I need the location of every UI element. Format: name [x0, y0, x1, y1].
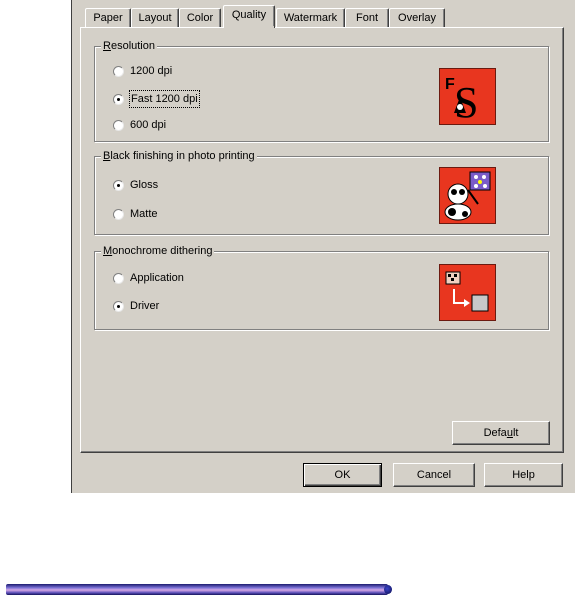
radio-label: Application [130, 272, 184, 284]
radio-gloss[interactable]: Gloss [113, 177, 158, 193]
radio-matte[interactable]: Matte [113, 206, 158, 222]
cancel-button[interactable]: Cancel [393, 463, 475, 487]
radio-label: Driver [130, 300, 160, 312]
radio-label: Fast 1200 dpi [129, 90, 200, 108]
dithering-icon [439, 264, 496, 321]
ok-button[interactable]: OK [303, 463, 382, 487]
help-button[interactable]: Help [484, 463, 563, 487]
black-finishing-group-title: Black finishing in photo printing [101, 150, 257, 162]
radio-button[interactable] [113, 65, 124, 77]
monochrome-dithering-group-title: Monochrome dithering [101, 245, 215, 257]
decorative-divider-bar [6, 584, 392, 595]
radio-button[interactable] [113, 300, 124, 312]
radio-label: Matte [130, 208, 158, 220]
photo-gloss-icon [439, 167, 496, 224]
active-tab-joint [224, 26, 274, 29]
radio-button[interactable] [113, 179, 124, 191]
radio-application[interactable]: Application [113, 270, 184, 286]
tab-overlay[interactable]: Overlay [389, 8, 445, 27]
tab-quality[interactable]: Quality [223, 5, 275, 28]
radio-button[interactable] [113, 272, 124, 284]
default-button[interactable]: Default [452, 421, 550, 445]
radio-button[interactable] [113, 93, 124, 105]
tab-font[interactable]: Font [345, 8, 389, 27]
radio-1200-dpi[interactable]: 1200 dpi [113, 63, 172, 79]
radio-600-dpi[interactable]: 600 dpi [113, 117, 166, 133]
tab-watermark[interactable]: Watermark [276, 8, 345, 27]
radio-label: 600 dpi [130, 119, 167, 131]
resolution-icon-letter-s: S [454, 78, 478, 124]
radio-button[interactable] [113, 208, 124, 220]
fast-resolution-icon: F S [439, 68, 496, 127]
radio-label: 1200 dpi [130, 65, 173, 77]
tab-paper[interactable]: Paper [85, 8, 131, 27]
radio-button[interactable] [113, 119, 124, 131]
tab-color[interactable]: Color [179, 8, 221, 27]
tab-layout[interactable]: Layout [131, 8, 179, 27]
radio-driver[interactable]: Driver [113, 298, 159, 314]
radio-label: Gloss [130, 179, 159, 191]
resolution-group-title: Resolution [101, 40, 157, 52]
radio-fast-1200-dpi[interactable]: Fast 1200 dpi [113, 90, 200, 108]
